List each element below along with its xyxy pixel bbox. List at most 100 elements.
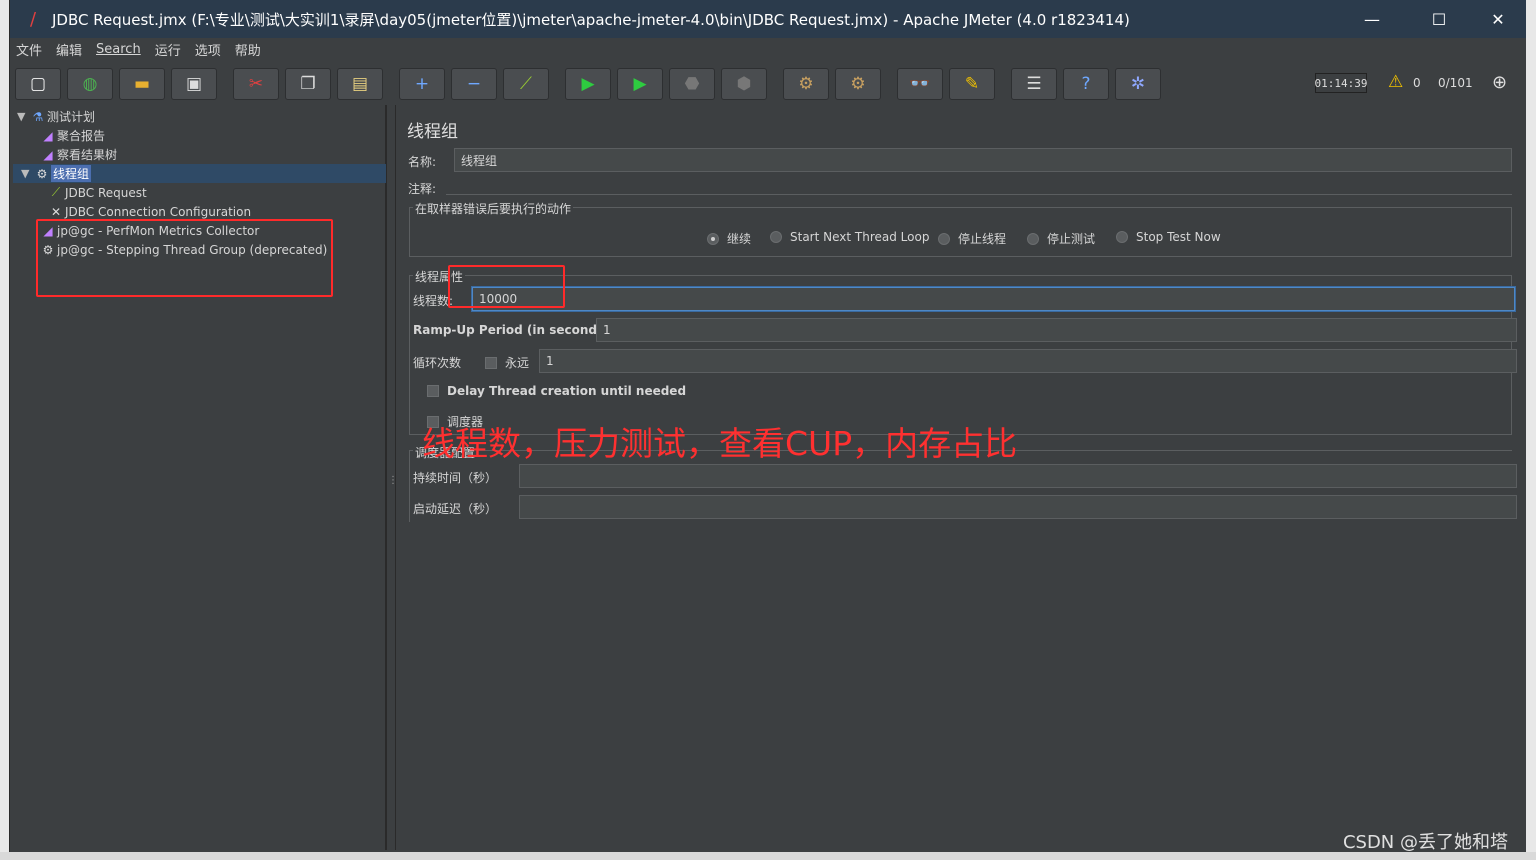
templates-icon: ◍	[82, 74, 98, 94]
panel-title: 线程组	[407, 122, 458, 142]
expand-button[interactable]: +	[399, 68, 445, 100]
help-button[interactable]: ?	[1063, 68, 1109, 100]
split-pane-divider[interactable]: ⋮	[386, 105, 398, 850]
paste-button[interactable]: ▤	[337, 68, 383, 100]
radio-start-next-loop[interactable]: Start Next Thread Loop	[770, 230, 929, 244]
clear-all-button[interactable]: ⚙	[835, 68, 881, 100]
loop-label: 循环次数	[413, 356, 462, 370]
threads-field[interactable]: 10000	[472, 287, 1515, 311]
radio-continue[interactable]: 继续	[707, 230, 751, 247]
collapse-arrow-icon[interactable]: ▼	[17, 110, 29, 123]
remote-icon: ✲	[1130, 74, 1146, 94]
clear-button[interactable]: ⚙	[783, 68, 829, 100]
start-no-pause-button[interactable]: ▶	[617, 68, 663, 100]
collapse-button[interactable]: −	[451, 68, 497, 100]
loop-count-field[interactable]: 1	[539, 349, 1517, 373]
startup-delay-label: 启动延迟（秒）	[413, 502, 498, 516]
search-icon: 👓	[909, 74, 931, 94]
active-threads: 0/101	[1438, 76, 1473, 90]
new-icon: ▢	[29, 74, 47, 94]
radio-stop-thread[interactable]: 停止线程	[938, 230, 1006, 247]
thread-group-icon: ⚙	[36, 166, 48, 181]
elapsed-timer: 01:14:39	[1315, 73, 1368, 93]
function-helper-icon: ☰	[1026, 74, 1042, 94]
menu-run[interactable]: 运行	[155, 40, 181, 59]
comment-field[interactable]	[446, 177, 1512, 195]
checkbox-icon	[485, 356, 497, 369]
expand-icon: +	[414, 74, 430, 94]
startup-delay-field[interactable]	[519, 495, 1517, 519]
annotation-text: 线程数，压力测试，查看CUP，内存占比	[422, 424, 1018, 463]
cut-button[interactable]: ✂	[233, 68, 279, 100]
radio-dot-icon	[938, 232, 950, 245]
radio-stop-test[interactable]: 停止测试	[1027, 230, 1095, 247]
tree-item-aggregate-report[interactable]: ◢ 聚合报告	[39, 126, 105, 145]
minimize-button[interactable]: —	[1343, 0, 1401, 38]
tree-item-thread-group[interactable]: ▼ ⚙ 线程组	[13, 164, 386, 183]
window-title: JDBC Request.jmx (F:\专业\测试\大实训1\录屏\day05…	[52, 10, 1130, 29]
open-icon: ▬	[133, 74, 151, 94]
toggle-icon: ⟋	[520, 74, 532, 94]
reset-search-button[interactable]: ✎	[949, 68, 995, 100]
test-plan-tree: ▼ ⚗ 测试计划 ◢ 聚合报告 ◢ 察看结果树 ▼ ⚙ 线程组 ⟋ JDBC R…	[13, 105, 386, 850]
collapse-arrow-icon[interactable]: ▼	[21, 167, 33, 180]
rampup-label: Ramp-Up Period (in seconds):	[413, 323, 615, 337]
new-button[interactable]: ▢	[15, 68, 61, 100]
delay-thread-checkbox[interactable]: Delay Thread creation until needed	[427, 384, 686, 398]
test-plan-icon: ⚗	[32, 109, 44, 124]
duration-field[interactable]	[519, 464, 1517, 488]
radio-stop-test-now[interactable]: Stop Test Now	[1116, 230, 1221, 244]
name-label: 名称:	[408, 155, 437, 169]
toggle-button[interactable]: ⟋	[503, 68, 549, 100]
paste-icon: ▤	[351, 74, 369, 94]
sampler-icon: ⟋	[51, 185, 61, 199]
tree-item-jdbc-request[interactable]: ⟋ JDBC Request	[47, 183, 147, 202]
start-button[interactable]: ▶	[565, 68, 611, 100]
copy-icon: ❐	[300, 74, 316, 94]
radio-dot-icon	[770, 231, 782, 243]
copy-button[interactable]: ❐	[285, 68, 331, 100]
function-helper-button[interactable]: ☰	[1011, 68, 1057, 100]
maximize-button[interactable]: ☐	[1410, 0, 1468, 38]
start-icon: ▶	[581, 74, 595, 94]
shutdown-icon: ⬢	[736, 74, 752, 94]
menu-search[interactable]: Search	[96, 42, 141, 57]
open-button[interactable]: ▬	[119, 68, 165, 100]
save-button[interactable]: ▣	[171, 68, 217, 100]
comment-label: 注释:	[408, 182, 437, 196]
tree-item-view-results-tree[interactable]: ◢ 察看结果树	[39, 145, 117, 164]
name-field[interactable]: 线程组	[454, 148, 1512, 172]
templates-button[interactable]: ◍	[67, 68, 113, 100]
forever-checkbox[interactable]: 永远	[485, 354, 529, 371]
jmeter-feather-icon: /	[29, 8, 37, 30]
menu-bar: 文件 编辑 Search 运行 选项 帮助	[10, 38, 1526, 60]
help-icon: ?	[1081, 74, 1091, 94]
cut-icon: ✂	[248, 74, 264, 94]
menu-edit[interactable]: 编辑	[56, 40, 82, 59]
stop-icon: ⬣	[684, 74, 700, 94]
rampup-field[interactable]: 1	[596, 318, 1517, 342]
warning-count: 0	[1413, 76, 1421, 90]
remote-button[interactable]: ✲	[1115, 68, 1161, 100]
stop-button[interactable]: ⬣	[669, 68, 715, 100]
checkbox-icon	[427, 385, 439, 397]
on-error-title: 在取样器错误后要执行的动作	[413, 200, 574, 217]
start-no-pause-icon: ▶	[633, 74, 647, 94]
clear-icon: ⚙	[798, 74, 814, 94]
annotation-box-plugins	[36, 219, 333, 297]
jmeter-window: / JDBC Request.jmx (F:\专业\测试\大实训1\录屏\day…	[9, 0, 1527, 853]
tree-item-test-plan[interactable]: ▼ ⚗ 测试计划	[17, 107, 95, 126]
shutdown-button[interactable]: ⬢	[721, 68, 767, 100]
annotation-box-threads	[448, 265, 565, 308]
radio-dot-icon	[1116, 231, 1128, 243]
thread-group-panel: 线程组 名称: 线程组 注释: 在取样器错误后要执行的动作 继续 Start N…	[397, 105, 1526, 850]
listener-icon: ◢	[43, 147, 53, 162]
menu-file[interactable]: 文件	[16, 40, 42, 59]
menu-help[interactable]: 帮助	[235, 40, 261, 59]
radio-dot-icon	[707, 232, 719, 245]
search-button[interactable]: 👓	[897, 68, 943, 100]
warning-icon[interactable]: ⚠	[1388, 72, 1403, 92]
menu-options[interactable]: 选项	[195, 40, 221, 59]
close-button[interactable]: ✕	[1469, 0, 1527, 38]
remote-status-icon: ⊕	[1492, 72, 1508, 93]
